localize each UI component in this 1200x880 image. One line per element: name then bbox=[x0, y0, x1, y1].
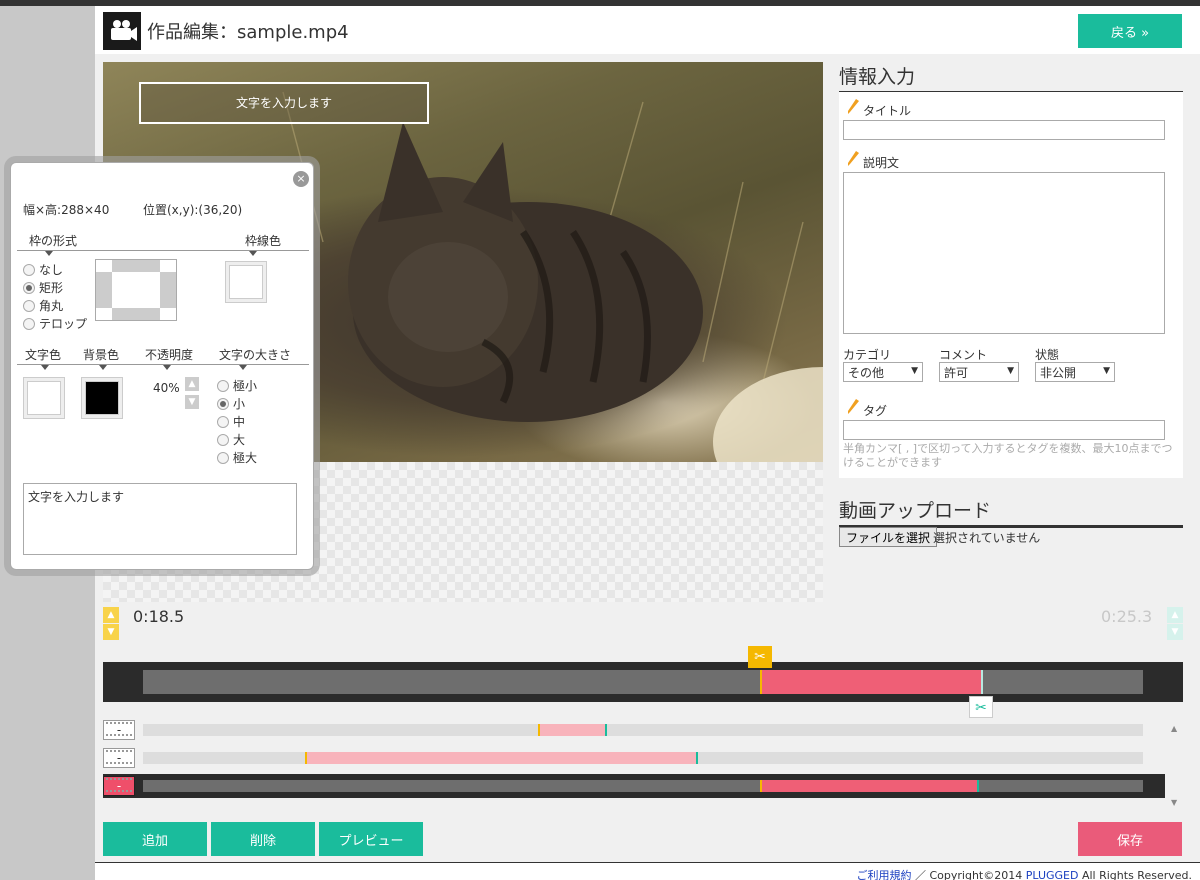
clip-toggle-button[interactable]: - bbox=[103, 748, 135, 768]
clip-start-marker[interactable] bbox=[760, 780, 762, 792]
selection-start-marker[interactable] bbox=[760, 670, 762, 694]
status-label: 状態 bbox=[1035, 348, 1060, 362]
text-section-header: 文字色 背景色 不透明度 文字の大きさ bbox=[17, 343, 309, 370]
company-link[interactable]: PLUGGED bbox=[1026, 869, 1079, 880]
category-label: カテゴリ bbox=[843, 348, 892, 362]
end-time: 0:25.3 bbox=[1101, 607, 1153, 626]
opacity-down-button[interactable]: ▼ bbox=[185, 395, 199, 409]
time-down-button[interactable]: ▼ bbox=[103, 624, 119, 640]
size-readout: 幅×高:288×40 bbox=[23, 203, 110, 217]
video-camera-icon bbox=[103, 12, 141, 50]
clip-track[interactable] bbox=[143, 752, 1143, 764]
text-color-label: 文字色 bbox=[25, 348, 62, 362]
clip-track[interactable] bbox=[143, 724, 1143, 736]
clip-segment[interactable] bbox=[538, 724, 605, 736]
category-select[interactable]: その他 bbox=[843, 362, 923, 382]
close-icon[interactable]: × bbox=[293, 171, 309, 187]
status-select[interactable]: 非公開 bbox=[1035, 362, 1115, 382]
clip-end-marker[interactable] bbox=[605, 724, 607, 736]
page-title: 作品編集：sample.mp4 bbox=[147, 22, 349, 43]
scissors-icon[interactable]: ✂ bbox=[748, 646, 772, 668]
clip-toggle-button[interactable]: - bbox=[103, 720, 135, 740]
preview-button[interactable]: プレビュー bbox=[319, 822, 423, 856]
frame-option[interactable]: 矩形 bbox=[23, 281, 63, 295]
info-heading: 情報入力 bbox=[839, 62, 1183, 94]
clip-end-marker[interactable] bbox=[977, 780, 979, 792]
terms-link[interactable]: ご利用規約 bbox=[856, 869, 911, 880]
footer-separator: ／ bbox=[914, 869, 926, 880]
rows-scroll-up[interactable]: ▲ bbox=[1171, 724, 1177, 733]
clip-row[interactable]: - bbox=[103, 746, 1165, 770]
frame-style-label: 枠の形式 bbox=[29, 234, 78, 248]
pencil-icon bbox=[848, 399, 859, 414]
clip-start-marker[interactable] bbox=[305, 752, 307, 764]
frame-option[interactable]: 角丸 bbox=[23, 299, 63, 313]
tag-hint: 半角カンマ[ , ]で区切って入力するとタグを複数、最大10点までつけることがで… bbox=[843, 442, 1173, 469]
clip-end-marker[interactable] bbox=[696, 752, 698, 764]
clip-toggle-button[interactable]: - bbox=[103, 776, 135, 796]
pencil-icon bbox=[848, 151, 859, 166]
file-select-button[interactable]: ファイルを選択 bbox=[839, 527, 938, 547]
text-overlay-box[interactable]: 文字を入力します bbox=[139, 82, 429, 124]
border-color-swatch[interactable] bbox=[225, 261, 267, 303]
copyright-text: Copyright©2014 bbox=[929, 869, 1023, 880]
rows-scroll-down[interactable]: ▼ bbox=[1171, 798, 1177, 807]
frame-option[interactable]: なし bbox=[23, 263, 63, 277]
add-button[interactable]: 追加 bbox=[103, 822, 207, 856]
footer: ご利用規約 ／ Copyright©2014 PLUGGED All Right… bbox=[95, 862, 1200, 880]
header: 作品編集：sample.mp4 戻る » bbox=[95, 6, 1200, 54]
text-size-label: 文字の大きさ bbox=[219, 348, 292, 362]
frame-section-header: 枠の形式 枠線色 bbox=[17, 229, 309, 256]
title-label: タイトル bbox=[863, 104, 912, 118]
title-input[interactable] bbox=[843, 120, 1165, 140]
main-timeline[interactable] bbox=[103, 662, 1183, 702]
description-label: 説明文 bbox=[863, 156, 900, 170]
comment-select[interactable]: 許可 bbox=[939, 362, 1019, 382]
position-readout: 位置(x,y):(36,20) bbox=[143, 203, 243, 217]
save-button[interactable]: 保存 bbox=[1078, 822, 1182, 856]
clip-track[interactable] bbox=[143, 780, 1143, 792]
timeline-selection bbox=[760, 670, 981, 694]
end-time-down-button[interactable]: ▼ bbox=[1167, 624, 1183, 640]
timeline-track[interactable] bbox=[143, 670, 1143, 694]
frame-option[interactable]: テロップ bbox=[23, 317, 87, 331]
opacity-value: 40% bbox=[153, 381, 180, 395]
scissors-icon[interactable]: ✂ bbox=[969, 696, 993, 718]
text-settings-panel: × 幅×高:288×40 位置(x,y):(36,20) 枠の形式 枠線色 なし… bbox=[10, 162, 314, 570]
info-form: タイトル 説明文 カテゴリ その他 コメント 許可 状態 非公開 タグ bbox=[839, 92, 1183, 478]
border-color-label: 枠線色 bbox=[245, 234, 282, 248]
clip-segment[interactable] bbox=[760, 780, 977, 792]
tag-label: タグ bbox=[863, 404, 888, 418]
text-size-option[interactable]: 極大 bbox=[217, 451, 257, 465]
rights-text: All Rights Reserved. bbox=[1081, 869, 1192, 880]
end-time-up-button[interactable]: ▲ bbox=[1167, 607, 1183, 623]
frame-sample bbox=[95, 259, 177, 321]
back-button[interactable]: 戻る » bbox=[1078, 14, 1182, 48]
overlay-text-input[interactable]: 文字を入力します bbox=[23, 483, 297, 555]
bg-color-swatch[interactable] bbox=[81, 377, 123, 419]
clip-segment[interactable] bbox=[305, 752, 696, 764]
text-size-option[interactable]: 大 bbox=[217, 433, 245, 447]
description-textarea[interactable] bbox=[843, 172, 1165, 334]
selection-end-marker[interactable] bbox=[981, 670, 983, 694]
delete-button[interactable]: 削除 bbox=[211, 822, 315, 856]
text-size-option[interactable]: 極小 bbox=[217, 379, 257, 393]
tag-input[interactable] bbox=[843, 420, 1165, 440]
pencil-icon bbox=[848, 99, 859, 114]
text-color-swatch[interactable] bbox=[23, 377, 65, 419]
comment-label: コメント bbox=[939, 348, 988, 362]
text-size-option[interactable]: 小 bbox=[217, 397, 245, 411]
current-time: 0:18.5 bbox=[133, 607, 185, 626]
upload-heading: 動画アップロード bbox=[839, 496, 1183, 528]
clip-row[interactable]: - bbox=[103, 718, 1165, 742]
opacity-label: 不透明度 bbox=[145, 348, 194, 362]
time-up-button[interactable]: ▲ bbox=[103, 607, 119, 623]
clip-start-marker[interactable] bbox=[538, 724, 540, 736]
clip-row[interactable]: - bbox=[103, 774, 1165, 798]
opacity-up-button[interactable]: ▲ bbox=[185, 377, 199, 391]
text-size-option[interactable]: 中 bbox=[217, 415, 245, 429]
bg-color-label: 背景色 bbox=[83, 348, 120, 362]
file-status: 選択されていません bbox=[933, 531, 1041, 545]
